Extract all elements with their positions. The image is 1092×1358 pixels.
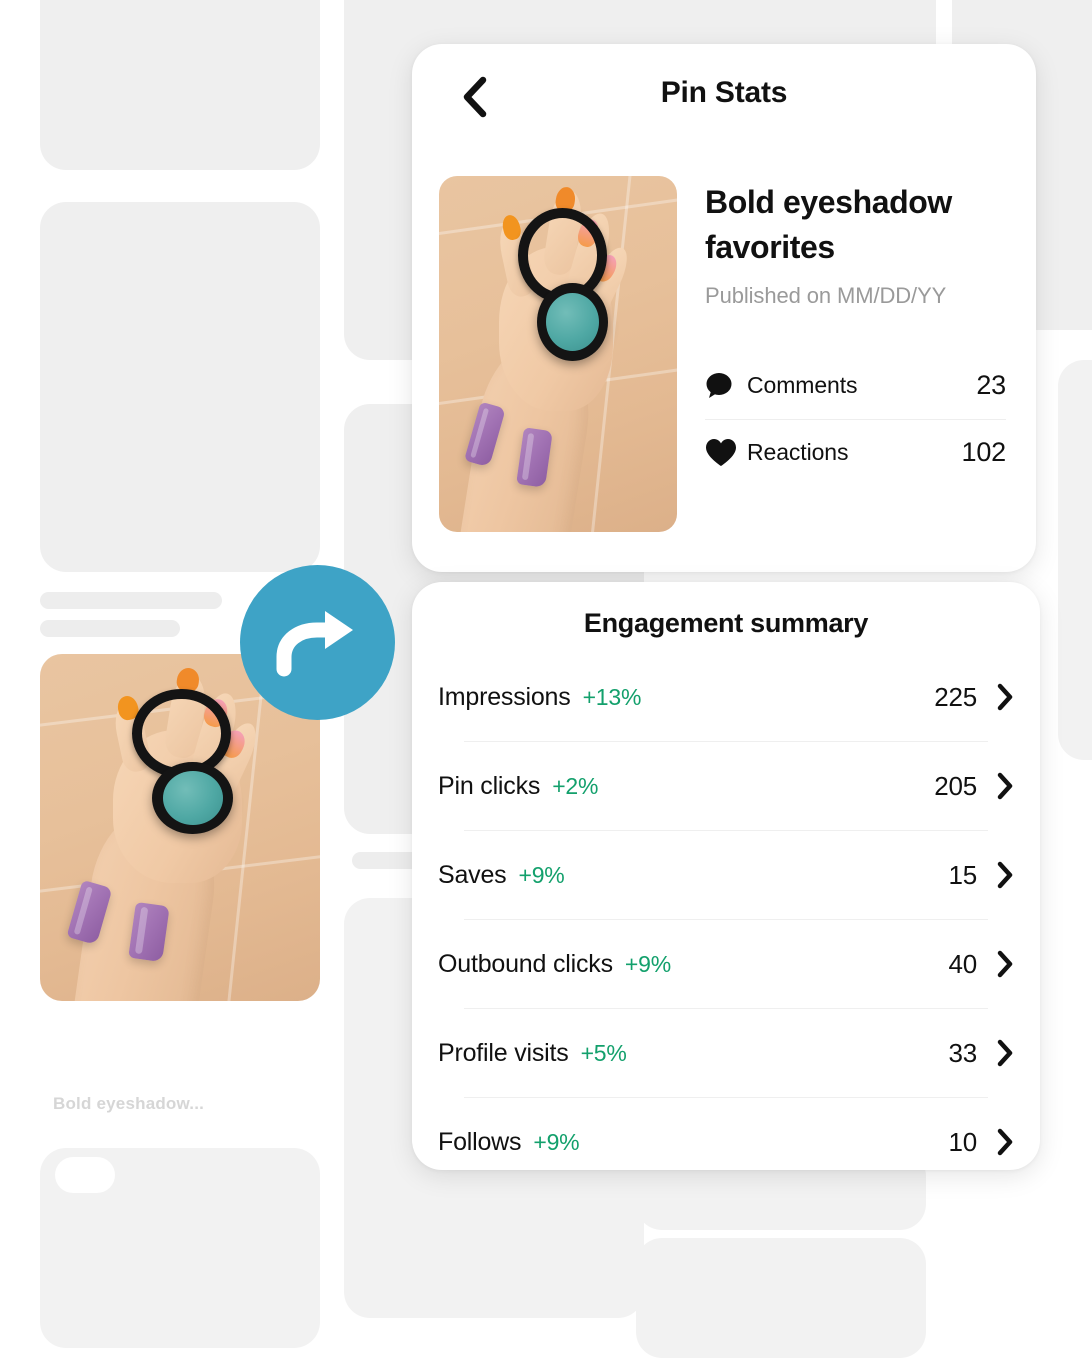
metric-value: 225 [934, 681, 977, 712]
pin-published-date: Published on MM/DD/YY [705, 282, 947, 308]
stat-row-reactions: Reactions 102 [705, 420, 1006, 486]
stat-value: 23 [976, 370, 1006, 401]
chevron-right-icon [997, 950, 1014, 978]
metric-label: Saves [438, 860, 507, 889]
heart-icon [705, 438, 747, 467]
skeleton-card [40, 0, 320, 170]
share-arrow-icon [272, 605, 364, 681]
skeleton-text-line [40, 620, 180, 637]
metric-label: Follows [438, 1127, 522, 1156]
metric-label: Pin clicks [438, 771, 541, 800]
pin-title: Bold eyeshadow favorites [705, 184, 952, 266]
metric-value: 205 [934, 770, 977, 801]
chevron-right-icon [997, 1128, 1014, 1156]
metric-label: Outbound clicks [438, 949, 613, 978]
feed-pin-caption: Bold eyeshadow... [53, 1094, 205, 1113]
metric-value: 15 [948, 859, 977, 890]
skeleton-pill [55, 1157, 115, 1193]
pin-thumbnail[interactable] [439, 176, 677, 532]
skeleton-card [1058, 360, 1092, 760]
stat-label: Reactions [747, 439, 849, 466]
engagement-row-profile-visits[interactable]: Profile visits +5% 33 [438, 1009, 1014, 1097]
pin-info: Bold eyeshadow favorites Published on MM… [705, 176, 1006, 532]
pin-stats-card: Pin Stats Bold eyeshadow favorites Publi… [412, 44, 1036, 572]
eyeshadow-pan [536, 282, 608, 362]
page-title: Pin Stats [660, 76, 788, 109]
metric-value: 40 [948, 948, 977, 979]
stat-label: Comments [747, 372, 858, 399]
engagement-row-follows[interactable]: Follows +9% 10 [438, 1098, 1014, 1186]
metric-value: 10 [948, 1126, 977, 1157]
engagement-row-saves[interactable]: Saves +9% 15 [438, 831, 1014, 919]
pin-stat-list: Comments 23 Reactions 102 [705, 353, 1006, 486]
engagement-row-pin-clicks[interactable]: Pin clicks +2% 205 [438, 742, 1014, 830]
skeleton-card [636, 1238, 926, 1358]
engagement-row-impressions[interactable]: Impressions +13% 225 [438, 653, 1014, 741]
eyeshadow-photo [439, 176, 677, 532]
metric-delta: +2% [552, 772, 599, 799]
metric-label: Impressions [438, 682, 571, 711]
stat-value: 102 [961, 437, 1007, 468]
engagement-row-list: Impressions +13% 225 Pin clicks +2% 205 … [412, 653, 1040, 1186]
metric-delta: +5% [580, 1039, 627, 1066]
skeleton-text-line [40, 592, 222, 609]
skeleton-card [40, 202, 320, 572]
share-button[interactable] [240, 565, 395, 720]
metric-delta: +13% [582, 683, 642, 710]
metric-value: 33 [948, 1037, 977, 1068]
stat-row-comments: Comments 23 [705, 353, 1006, 419]
metric-delta: +9% [533, 1128, 580, 1155]
chevron-right-icon [997, 772, 1014, 800]
pin-body: Bold eyeshadow favorites Published on MM… [412, 148, 1036, 532]
comment-bubble-icon [705, 372, 747, 400]
chevron-right-icon [997, 1039, 1014, 1067]
metric-delta: +9% [624, 950, 671, 977]
card-header: Pin Stats [412, 44, 1036, 148]
chevron-right-icon [997, 861, 1014, 889]
metric-delta: +9% [518, 861, 565, 888]
engagement-summary-title: Engagement summary [583, 608, 869, 638]
engagement-row-outbound-clicks[interactable]: Outbound clicks +9% 40 [438, 920, 1014, 1008]
chevron-right-icon [997, 683, 1014, 711]
engagement-summary-card: Engagement summary Impressions +13% 225 … [412, 582, 1040, 1170]
eyeshadow-pan [152, 761, 234, 835]
metric-label: Profile visits [438, 1038, 569, 1067]
